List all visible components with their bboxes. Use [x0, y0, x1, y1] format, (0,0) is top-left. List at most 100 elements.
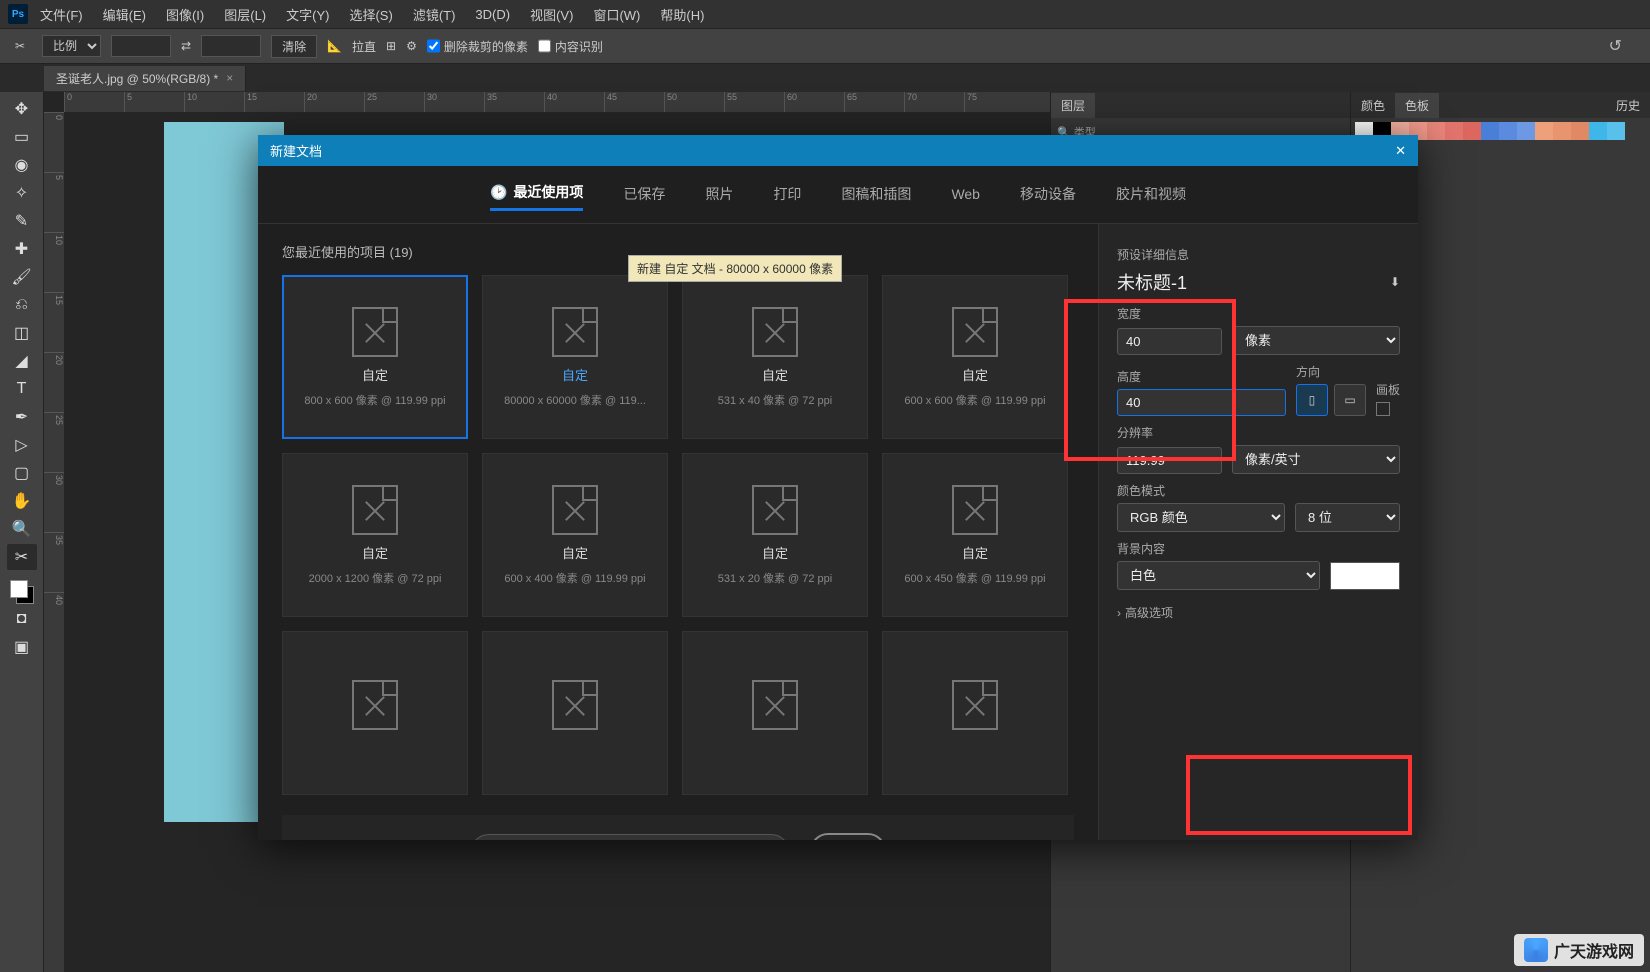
document-icon [952, 485, 998, 535]
menu-type[interactable]: 文字(Y) [278, 1, 337, 28]
preset-item[interactable]: 自定 600 x 400 像素 @ 119.99 ppi [482, 453, 668, 617]
menu-file[interactable]: 文件(F) [32, 1, 91, 28]
unit-select[interactable]: 像素 [1232, 326, 1400, 355]
menu-view[interactable]: 视图(V) [522, 1, 581, 28]
close-tab-icon[interactable]: × [226, 71, 233, 85]
stock-go-button[interactable]: 前往 [810, 833, 886, 840]
tab-photo[interactable]: 照片 [705, 182, 733, 211]
settings-gear-icon[interactable]: ⚙ [406, 39, 417, 53]
swatch-color[interactable] [1463, 122, 1481, 140]
dialog-close-icon[interactable]: ✕ [1395, 143, 1406, 159]
swatch-color[interactable] [1445, 122, 1463, 140]
reset-icon[interactable]: ↺ [1589, 36, 1642, 56]
tab-mobile[interactable]: 移动设备 [1020, 182, 1076, 211]
eraser-tool-icon[interactable]: ◫ [7, 320, 37, 346]
preset-item[interactable] [882, 631, 1068, 795]
bg-color-swatch[interactable] [1330, 562, 1400, 590]
preset-item[interactable]: 自定 80000 x 60000 像素 @ 119... [482, 275, 668, 439]
colormode-select[interactable]: RGB 颜色 [1117, 503, 1285, 532]
type-tool-icon[interactable]: T [7, 376, 37, 402]
artboard-checkbox[interactable] [1376, 402, 1390, 416]
content-aware-checkbox[interactable]: 内容识别 [538, 35, 603, 57]
preset-item[interactable]: 自定 800 x 600 像素 @ 119.99 ppi [282, 275, 468, 439]
straighten-icon[interactable]: 📐 [327, 39, 342, 53]
tab-saved[interactable]: 已保存 [623, 182, 665, 211]
path-select-tool-icon[interactable]: ▷ [7, 432, 37, 458]
brush-tool-icon[interactable]: 🖌 [7, 264, 37, 290]
preset-item[interactable]: 自定 2000 x 1200 像素 @ 72 ppi [282, 453, 468, 617]
menu-3d[interactable]: 3D(D) [467, 3, 518, 26]
preset-item[interactable] [482, 631, 668, 795]
screenmode-icon[interactable]: ▣ [7, 634, 37, 660]
bitdepth-select[interactable]: 8 位 [1295, 503, 1400, 532]
crop-tool-icon[interactable]: ✂ [7, 544, 37, 570]
tab-recent[interactable]: 🕑最近使用项 [490, 182, 583, 211]
swatch-color[interactable] [1553, 122, 1571, 140]
gradient-tool-icon[interactable]: ◢ [7, 348, 37, 374]
height-input[interactable] [1117, 389, 1286, 416]
grid-overlay-icon[interactable]: ⊞ [386, 39, 396, 53]
stock-search-input[interactable]: 🔍 在 Adobe Stock 上查找模板 [470, 834, 790, 840]
swatch-color[interactable] [1571, 122, 1589, 140]
ratio-select[interactable]: 比例 [42, 35, 101, 57]
delete-cropped-checkbox[interactable]: 删除裁剪的像素 [427, 35, 528, 57]
menu-help[interactable]: 帮助(H) [652, 1, 712, 28]
preset-item[interactable]: 自定 531 x 20 像素 @ 72 ppi [682, 453, 868, 617]
marquee-tool-icon[interactable]: ▭ [7, 124, 37, 150]
menu-image[interactable]: 图像(I) [158, 1, 212, 28]
crop-tool-icon[interactable]: ✂ [8, 34, 32, 58]
preset-item[interactable]: 自定 531 x 40 像素 @ 72 ppi [682, 275, 868, 439]
history-panel-tab[interactable]: 历史 [1606, 93, 1650, 118]
advanced-toggle[interactable]: ›高级选项 [1117, 604, 1400, 621]
bg-select[interactable]: 白色 [1117, 561, 1320, 590]
swatch-color[interactable] [1589, 122, 1607, 140]
menu-layer[interactable]: 图层(L) [216, 1, 274, 28]
hand-tool-icon[interactable]: ✋ [7, 488, 37, 514]
tab-print[interactable]: 打印 [773, 182, 801, 211]
menu-select[interactable]: 选择(S) [341, 1, 400, 28]
tab-web[interactable]: Web [951, 182, 980, 211]
swap-icon[interactable]: ⇄ [181, 39, 191, 53]
layers-panel-tab[interactable]: 图层 [1051, 93, 1095, 118]
swatch-color[interactable] [1481, 122, 1499, 140]
swatches-panel-tab[interactable]: 色板 [1395, 93, 1439, 118]
doc-title-input[interactable]: 未标题-1 [1117, 269, 1187, 295]
color-panel-tab[interactable]: 颜色 [1351, 93, 1395, 118]
preset-item[interactable]: 自定 600 x 600 像素 @ 119.99 ppi [882, 275, 1068, 439]
orient-landscape-button[interactable]: ▭ [1334, 384, 1366, 416]
save-preset-icon[interactable]: ⬇ [1390, 275, 1400, 289]
swatch-color[interactable] [1427, 122, 1445, 140]
tab-film[interactable]: 胶片和视频 [1116, 182, 1186, 211]
dialog-titlebar[interactable]: 新建文档 ✕ [258, 135, 1418, 166]
zoom-tool-icon[interactable]: 🔍 [7, 516, 37, 542]
preset-item[interactable]: 自定 600 x 450 像素 @ 119.99 ppi [882, 453, 1068, 617]
width-input[interactable] [1117, 328, 1222, 355]
menu-filter[interactable]: 滤镜(T) [405, 1, 464, 28]
move-tool-icon[interactable]: ✥ [7, 96, 37, 122]
eyedropper-tool-icon[interactable]: ✎ [7, 208, 37, 234]
magic-wand-tool-icon[interactable]: ✧ [7, 180, 37, 206]
quickmask-icon[interactable]: ◘ [7, 606, 37, 632]
orient-portrait-button[interactable]: ▯ [1296, 384, 1328, 416]
menu-edit[interactable]: 编辑(E) [95, 1, 154, 28]
ratio-w-input[interactable] [111, 35, 171, 57]
resolution-unit-select[interactable]: 像素/英寸 [1232, 445, 1400, 474]
pen-tool-icon[interactable]: ✒ [7, 404, 37, 430]
menu-window[interactable]: 窗口(W) [585, 1, 648, 28]
swatch-color[interactable] [1517, 122, 1535, 140]
preset-item[interactable] [682, 631, 868, 795]
resolution-input[interactable] [1117, 447, 1222, 474]
preset-item[interactable] [282, 631, 468, 795]
swatch-color[interactable] [1499, 122, 1517, 140]
document-tab[interactable]: 圣诞老人.jpg @ 50%(RGB/8) * × [44, 66, 246, 91]
clear-button[interactable]: 清除 [271, 35, 317, 58]
stamp-tool-icon[interactable]: ⎌ [7, 292, 37, 318]
swatch-color[interactable] [1535, 122, 1553, 140]
shape-tool-icon[interactable]: ▢ [7, 460, 37, 486]
foreground-background-swatch[interactable] [10, 580, 34, 604]
lasso-tool-icon[interactable]: ◉ [7, 152, 37, 178]
ratio-h-input[interactable] [201, 35, 261, 57]
heal-tool-icon[interactable]: ✚ [7, 236, 37, 262]
swatch-color[interactable] [1607, 122, 1625, 140]
tab-illustration[interactable]: 图稿和插图 [841, 182, 911, 211]
